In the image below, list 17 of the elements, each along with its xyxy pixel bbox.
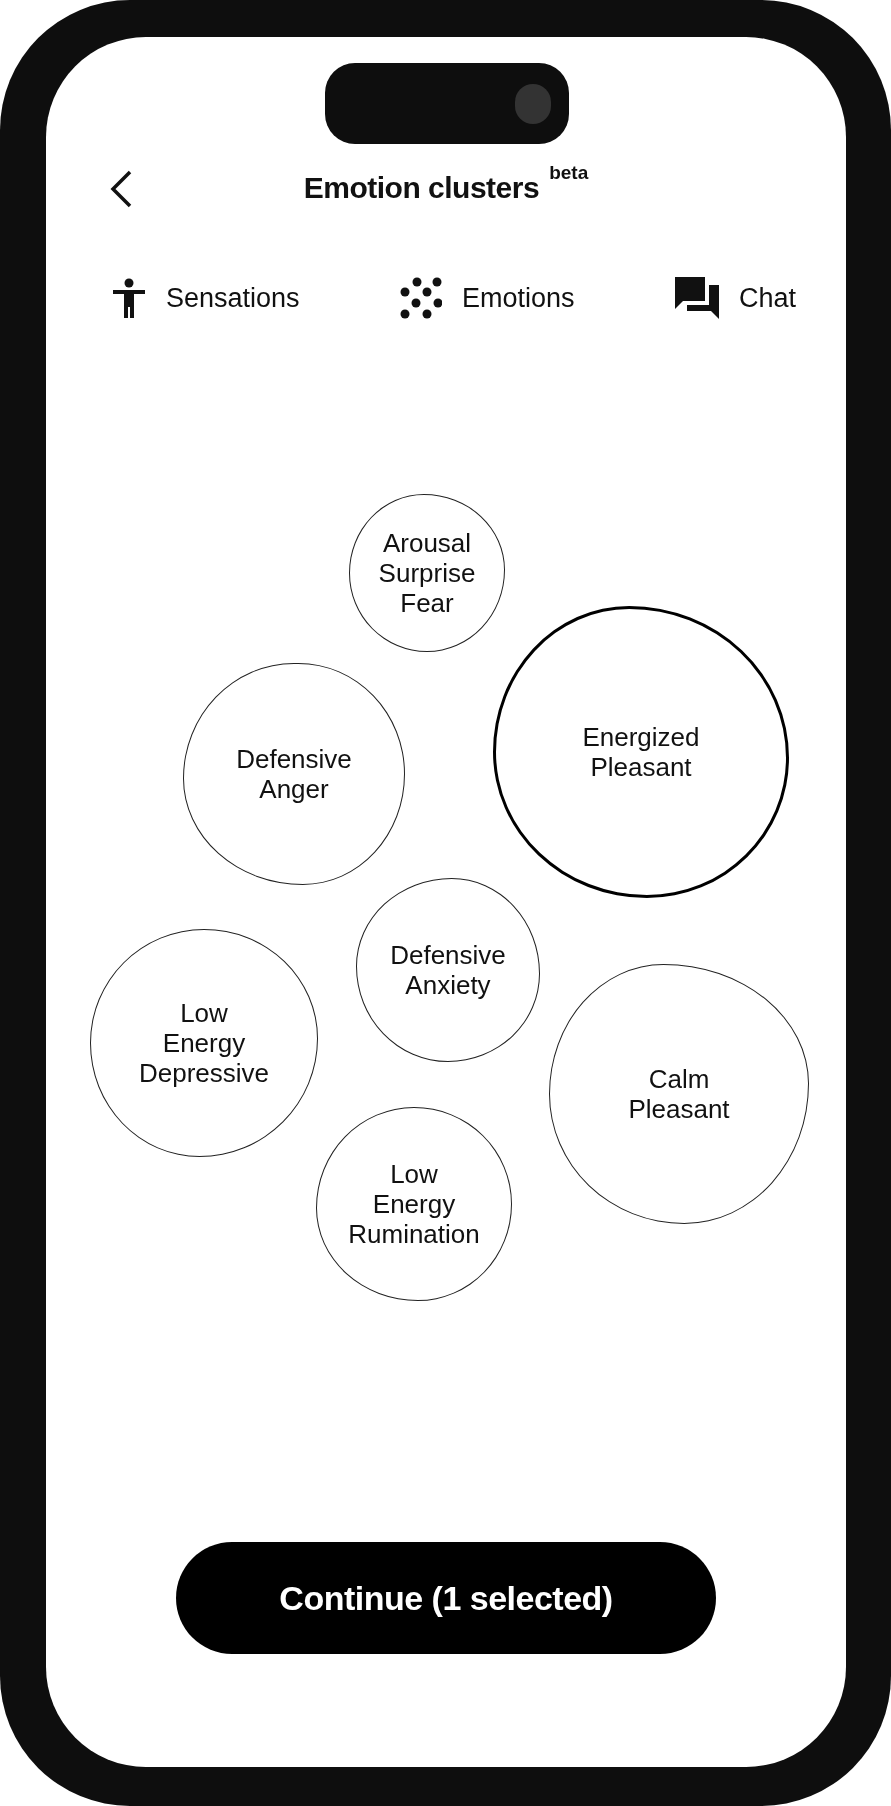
continue-button[interactable]: Continue (1 selected) bbox=[176, 1542, 716, 1654]
cluster-bubble[interactable]: Arousal Surprise Fear bbox=[349, 494, 505, 652]
nav-tab[interactable]: Emotions bbox=[400, 277, 575, 319]
beta-label: beta bbox=[549, 163, 589, 182]
nav-tab[interactable]: Sensations bbox=[112, 277, 300, 319]
cluster-bubble[interactable]: Low Energy Rumination bbox=[316, 1107, 512, 1301]
nav-tab[interactable]: Chat bbox=[674, 277, 796, 319]
back-icon[interactable] bbox=[109, 170, 133, 208]
cluster-bubble[interactable]: Energized Pleasant bbox=[493, 606, 789, 898]
cluster-bubble[interactable]: Defensive Anxiety bbox=[356, 878, 540, 1062]
screen-title: Emotion clusters bbox=[303, 170, 540, 206]
dots-icon bbox=[400, 277, 442, 319]
chat-icon bbox=[674, 277, 719, 319]
cluster-bubble[interactable]: Calm Pleasant bbox=[549, 964, 809, 1224]
cluster-bubble[interactable]: Defensive Anger bbox=[183, 663, 405, 885]
cluster-bubble[interactable]: Low Energy Depressive bbox=[90, 929, 318, 1157]
person-icon bbox=[112, 278, 146, 318]
